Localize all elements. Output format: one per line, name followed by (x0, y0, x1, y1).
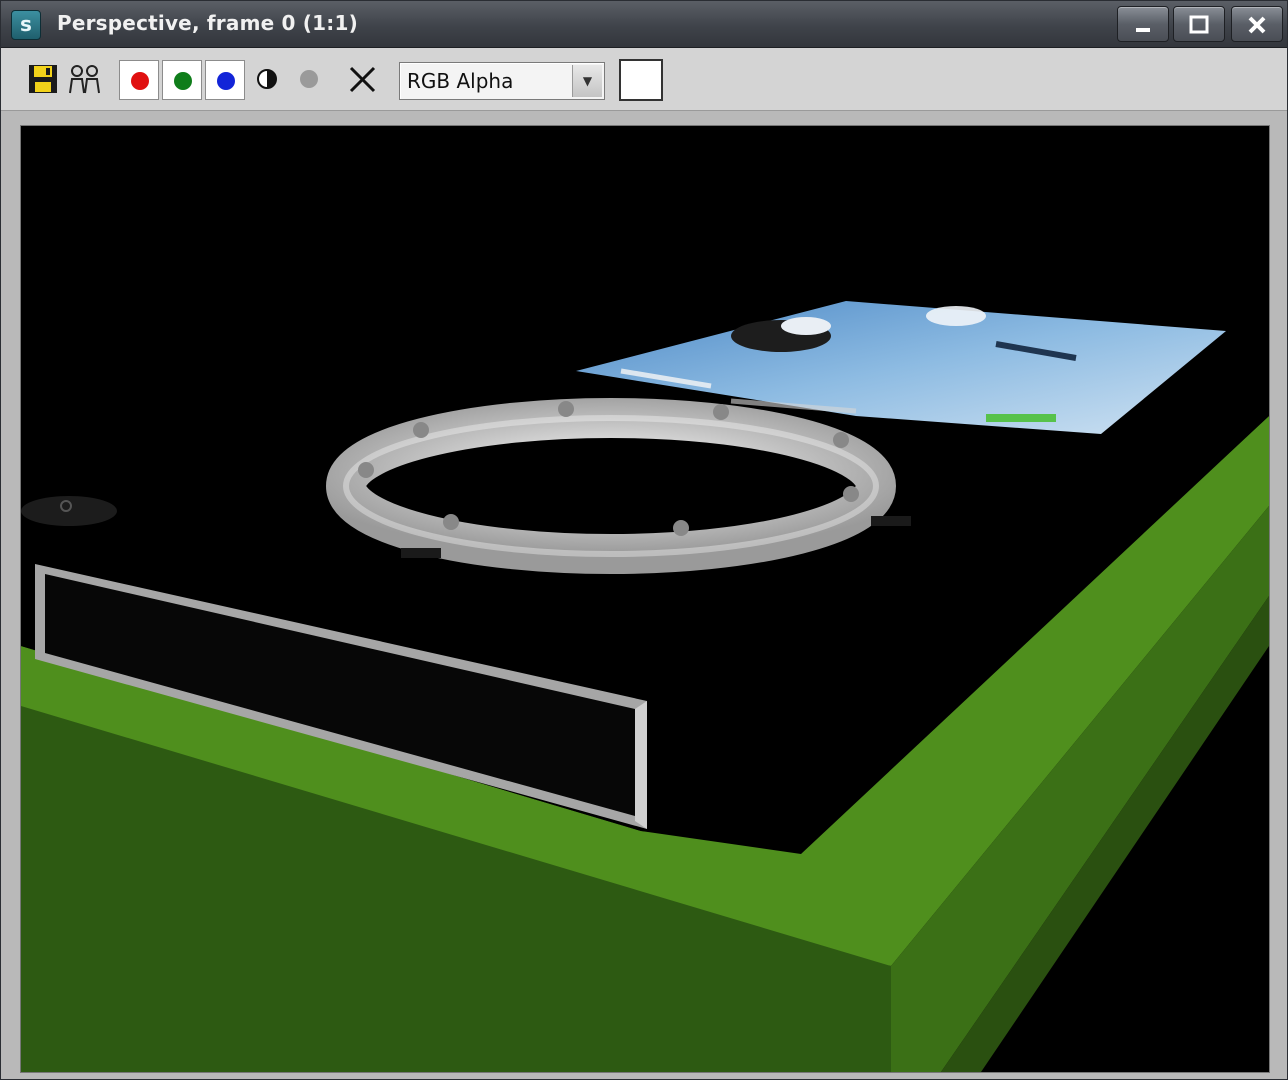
display-mode-select[interactable]: RGB Alpha ▼ (399, 62, 605, 100)
green-channel-button[interactable] (162, 60, 202, 100)
title-bar[interactable]: s Perspective, frame 0 (1:1) (1, 1, 1287, 48)
maximize-icon (1188, 15, 1210, 42)
red-channel-button[interactable] (119, 60, 159, 100)
app-icon: s (11, 10, 41, 40)
toolbar: RGB Alpha ▼ (1, 48, 1287, 111)
window-title: Perspective, frame 0 (1:1) (57, 11, 358, 35)
clear-x-icon[interactable] (347, 63, 379, 95)
green-channel-icon (174, 72, 192, 90)
minimize-icon (1132, 17, 1154, 42)
render-frame (1, 111, 1287, 1079)
chevron-down-icon[interactable]: ▼ (572, 65, 602, 97)
save-icon[interactable] (27, 63, 59, 95)
monochrome-icon[interactable] (253, 63, 285, 95)
minimize-button[interactable] (1117, 6, 1169, 42)
rendered-scene (21, 126, 1269, 1072)
blue-channel-icon (217, 72, 235, 90)
small-label-1 (401, 548, 441, 558)
render-window: s Perspective, frame 0 (1:1) RGB Alpha ▼ (0, 0, 1288, 1080)
perspective-viewport[interactable] (20, 125, 1270, 1073)
gray-dot-icon[interactable] (295, 63, 327, 95)
close-button[interactable] (1231, 6, 1283, 42)
color-swatch[interactable] (619, 59, 663, 101)
display-mode-value: RGB Alpha (407, 69, 514, 93)
small-label-2 (871, 516, 911, 526)
clone-icon[interactable] (67, 63, 103, 95)
maximize-button[interactable] (1173, 6, 1225, 42)
close-icon (1246, 16, 1268, 42)
red-channel-icon (131, 72, 149, 90)
blue-channel-button[interactable] (205, 60, 245, 100)
